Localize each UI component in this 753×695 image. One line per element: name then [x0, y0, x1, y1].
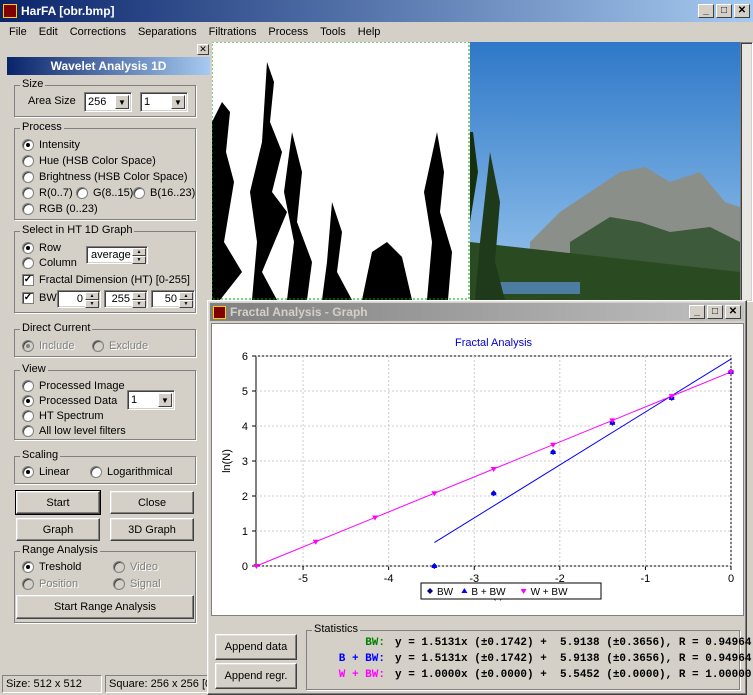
area-size-combo[interactable]: 256 ▼: [84, 92, 132, 112]
y-tick-label: 3: [242, 456, 248, 468]
menu-bar: File Edit Corrections Separations Filtra…: [0, 22, 753, 41]
y-tick-label: 5: [242, 386, 248, 398]
menu-tools[interactable]: Tools: [314, 26, 352, 38]
menu-help[interactable]: Help: [352, 26, 387, 38]
y-axis-label: ln(N): [221, 449, 233, 473]
legend-entry: W + BW: [531, 587, 569, 598]
y-tick-label: 2: [242, 491, 248, 503]
radio-treshold[interactable]: Treshold: [22, 561, 81, 573]
radio-exclude[interactable]: Exclude: [92, 340, 148, 352]
menu-filtrations[interactable]: Filtrations: [203, 26, 263, 38]
area-size-combo-2[interactable]: 1 ▼: [140, 92, 188, 112]
landscape-image: [470, 42, 740, 300]
stat-eq: y = 1.5131x (±0.1742) + 5.9138 (±0.3656)…: [395, 637, 752, 649]
radio-video[interactable]: Video: [113, 561, 158, 573]
start-range-analysis-button[interactable]: Start Range Analysis: [16, 595, 194, 619]
chevron-down-icon: ▼: [158, 393, 172, 407]
menu-corrections[interactable]: Corrections: [64, 26, 132, 38]
graph-maximize-icon[interactable]: □: [707, 305, 723, 319]
minimize-icon[interactable]: _: [698, 4, 714, 18]
check-fractal-dim[interactable]: ✓ Fractal Dimension (HT) [0-255]: [22, 274, 190, 286]
bw-spin-3[interactable]: 50 ▲ ▼: [151, 290, 195, 308]
stat-row-w-bw: W + BW: y = 1.0000x (±0.0000) + 5.5452 (…: [315, 669, 752, 681]
chevron-down-icon: ▼: [115, 95, 129, 109]
bw-spin-1[interactable]: 0 ▲ ▼: [57, 290, 101, 308]
graph-minimize-icon[interactable]: _: [689, 305, 705, 319]
menu-process[interactable]: Process: [262, 26, 314, 38]
radio-include[interactable]: Include: [22, 340, 74, 352]
stat-row-bw: BW: y = 1.5131x (±0.1742) + 5.9138 (±0.3…: [315, 637, 751, 649]
close-button[interactable]: Close: [110, 491, 194, 514]
radio-hue[interactable]: Hue (HSB Color Space): [22, 155, 156, 167]
menu-file[interactable]: File: [3, 26, 33, 38]
radio-processed-data[interactable]: Processed Data: [22, 395, 117, 407]
main-titlebar: HarFA [obr.bmp] _ □ ✕: [0, 0, 753, 22]
y-tick-label: 0: [242, 561, 248, 573]
y-tick-label: 6: [242, 351, 248, 363]
y-tick-label: 1: [242, 526, 248, 538]
radio-ht-spectrum[interactable]: HT Spectrum: [22, 410, 104, 422]
area-size-label: Area Size: [28, 95, 76, 107]
radio-signal[interactable]: Signal: [113, 578, 161, 590]
bw-image: [212, 42, 470, 300]
x-tick-label: -5: [298, 573, 308, 585]
fractal-chart: -5-4-3-2-100123456Fractal Analysisln(r)l…: [221, 337, 734, 601]
radio-column[interactable]: Column: [22, 257, 77, 269]
graph-app-icon: [213, 305, 226, 319]
check-bw[interactable]: ✓ BW: [22, 292, 57, 304]
chevron-down-icon: ▼: [171, 95, 185, 109]
graph-button[interactable]: Graph: [16, 518, 100, 541]
panel-close-icon[interactable]: ✕: [197, 44, 209, 55]
stat-name: B + BW:: [338, 653, 385, 665]
y-tick-label: 4: [242, 421, 248, 433]
bw-spin-2[interactable]: 255 ▲ ▼: [104, 290, 148, 308]
panel-title: Wavelet Analysis 1D: [7, 57, 210, 75]
legend-entry: BW: [437, 587, 454, 598]
menu-separations[interactable]: Separations: [132, 26, 203, 38]
mode-spinner[interactable]: average ▲ ▼: [86, 246, 148, 264]
append-data-button[interactable]: Append data: [215, 634, 297, 660]
chart-title: Fractal Analysis: [455, 337, 533, 349]
radio-row[interactable]: Row: [22, 242, 61, 254]
x-tick-label: 0: [728, 573, 734, 585]
app-icon: [3, 4, 17, 18]
radio-all-filters[interactable]: All low level filters: [22, 425, 126, 437]
radio-g[interactable]: G(8..15): [76, 187, 133, 199]
x-tick-label: -4: [384, 573, 394, 585]
view-combo[interactable]: 1 ▼: [127, 390, 175, 410]
graph-window: Fractal Analysis - Graph _ □ ✕ -5 -4 -3 -2-…: [207, 300, 751, 695]
radio-r[interactable]: R(0..7): [22, 187, 73, 199]
image-viewport: [212, 42, 740, 300]
append-regr-button[interactable]: Append regr.: [215, 663, 297, 689]
stat-row-b-bw: B + BW: y = 1.5131x (±0.1742) + 5.9138 (…: [315, 653, 752, 665]
status-size: Size: 512 x 512: [2, 675, 102, 693]
radio-intensity[interactable]: Intensity: [22, 139, 80, 151]
status-square: Square: 256 x 256 [0: [105, 675, 208, 693]
window-title: HarFA [obr.bmp]: [21, 4, 115, 18]
radio-linear[interactable]: Linear: [22, 466, 70, 478]
close-icon[interactable]: ✕: [734, 4, 750, 18]
stat-eq: y = 1.5131x (±0.1742) + 5.9138 (±0.3656)…: [395, 653, 752, 665]
x-tick-label: -1: [641, 573, 651, 585]
radio-processed-image[interactable]: Processed Image: [22, 380, 125, 392]
stat-name: BW:: [365, 637, 385, 649]
radio-b[interactable]: B(16..23): [133, 187, 195, 199]
legend-entry: B + BW: [471, 587, 506, 598]
chart-area: -5-4-3-2-100123456Fractal Analysisln(r)l…: [211, 323, 744, 616]
radio-log[interactable]: Logarithmical: [90, 466, 172, 478]
maximize-icon[interactable]: □: [716, 4, 732, 18]
radio-position[interactable]: Position: [22, 578, 78, 590]
menu-edit[interactable]: Edit: [33, 26, 64, 38]
graph-titlebar: Fractal Analysis - Graph _ □ ✕: [210, 303, 744, 321]
statistics-group: Statistics BW: y = 1.5131x (±0.1742) + 5…: [306, 623, 751, 690]
vertical-scrollbar[interactable]: [740, 42, 753, 302]
radio-brightness[interactable]: Brightness (HSB Color Space): [22, 171, 188, 183]
graph-3d-button[interactable]: 3D Graph: [110, 518, 194, 541]
graph-close-icon[interactable]: ✕: [725, 305, 741, 319]
start-button[interactable]: Start: [15, 490, 101, 515]
radio-rgb[interactable]: RGB (0..23): [22, 203, 98, 215]
stat-name: W + BW:: [338, 669, 385, 681]
stat-eq: y = 1.0000x (±0.0000) + 5.5452 (±0.0000)…: [395, 669, 752, 681]
